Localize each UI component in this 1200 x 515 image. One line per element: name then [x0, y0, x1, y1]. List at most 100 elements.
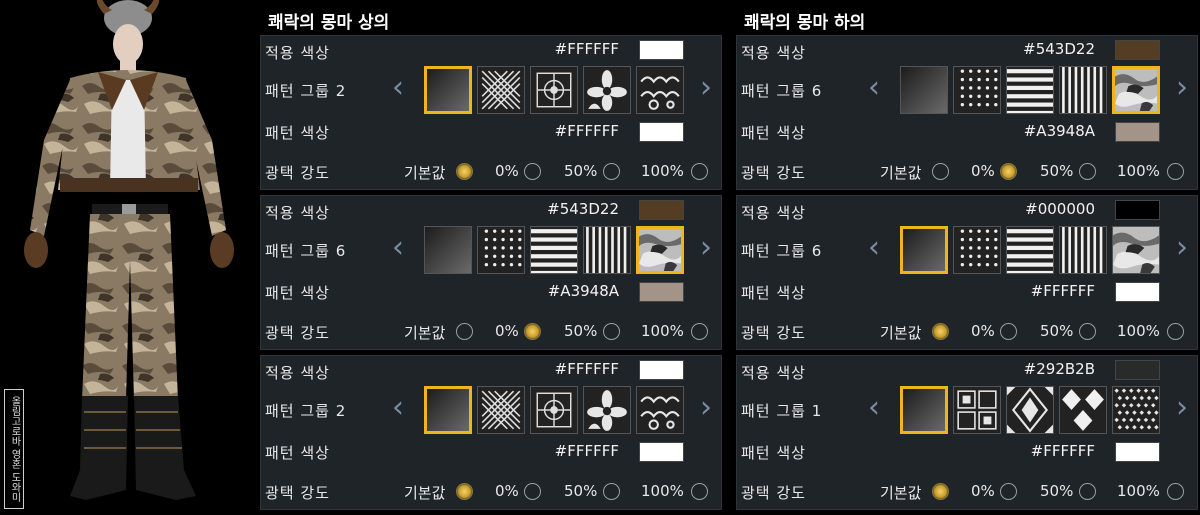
pattern-next-arrow[interactable]: › [697, 393, 715, 424]
pattern-next-arrow[interactable]: › [697, 233, 715, 264]
apply-color-label: 적용 색상 [741, 44, 806, 62]
apply-color-swatch[interactable] [639, 200, 684, 220]
pattern-prev-arrow[interactable]: ‹ [389, 393, 407, 424]
apply-color-label: 적용 색상 [265, 204, 330, 222]
pattern-swatch-cloud[interactable] [636, 386, 684, 434]
gloss-radio[interactable] [603, 163, 620, 180]
gloss-radio[interactable] [603, 483, 620, 500]
pattern-prev-arrow[interactable]: ‹ [389, 73, 407, 104]
gloss-radio[interactable] [524, 483, 541, 500]
pattern-swatch-argyle[interactable] [1059, 386, 1107, 434]
gloss-radio[interactable] [1079, 163, 1096, 180]
gloss-radio[interactable] [691, 163, 708, 180]
pattern-swatch-flower[interactable] [583, 66, 631, 114]
pattern-next-arrow[interactable]: › [697, 73, 715, 104]
apply-color-label: 적용 색상 [265, 364, 330, 382]
gloss-radio[interactable] [456, 483, 473, 500]
gloss-radio[interactable] [1000, 483, 1017, 500]
pattern-color-swatch[interactable] [1115, 122, 1160, 142]
pattern-swatch-tile-grid[interactable] [953, 386, 1001, 434]
pattern-color-swatch[interactable] [1115, 442, 1160, 462]
gloss-radio[interactable] [1000, 323, 1017, 340]
gloss-option-label: 기본값 [880, 324, 922, 342]
gloss-radio[interactable] [456, 163, 473, 180]
apply-color-swatch[interactable] [1115, 40, 1160, 60]
pattern-color-label: 패턴 색상 [741, 284, 806, 302]
pattern-swatch-v-stripes[interactable] [1059, 226, 1107, 274]
pattern-color-swatch[interactable] [1115, 282, 1160, 302]
gloss-option-label: 기본값 [404, 324, 446, 342]
gloss-label: 광택 강도 [265, 324, 330, 342]
gloss-radio[interactable] [1167, 163, 1184, 180]
pattern-prev-arrow[interactable]: ‹ [865, 393, 883, 424]
gloss-radio[interactable] [603, 323, 620, 340]
gloss-radio[interactable] [524, 323, 541, 340]
gloss-radio[interactable] [691, 483, 708, 500]
gloss-radio[interactable] [456, 323, 473, 340]
dye-group: 적용 색상 #FFFFFF 패턴 그룹 2 ‹ › 패턴 색상 #FFFFFF 광택 강도 기본… [260, 35, 722, 190]
gloss-radio[interactable] [1167, 483, 1184, 500]
pattern-group-label: 패턴 그룹 2 [265, 82, 347, 100]
apply-color-swatch[interactable] [639, 360, 684, 380]
gloss-option-label: 기본값 [880, 484, 922, 502]
pattern-swatch-h-stripes[interactable] [1006, 66, 1054, 116]
apply-color-swatch[interactable] [1115, 360, 1160, 380]
apply-color-hex: #000000 [1025, 200, 1095, 218]
pattern-swatch-gradient[interactable] [424, 226, 472, 274]
pattern-prev-arrow[interactable]: ‹ [865, 73, 883, 104]
gloss-radio[interactable] [932, 163, 949, 180]
gloss-option-label: 기본값 [404, 484, 446, 502]
pattern-swatch-floral-tile[interactable] [530, 386, 578, 434]
apply-color-label: 적용 색상 [741, 204, 806, 222]
pattern-color-swatch[interactable] [639, 442, 684, 462]
pattern-swatch-diamond[interactable] [1006, 386, 1054, 434]
dye-group: 적용 색상 #543D22 패턴 그룹 6 ‹ › 패턴 색상 #A3948A 광택 강도 기본… [260, 195, 722, 350]
pattern-next-arrow[interactable]: › [1173, 233, 1191, 264]
gloss-radio[interactable] [1167, 323, 1184, 340]
pattern-swatch-weave[interactable] [1112, 386, 1160, 434]
pattern-color-swatch[interactable] [639, 122, 684, 142]
gloss-radio[interactable] [1079, 483, 1096, 500]
gloss-radio[interactable] [1000, 163, 1017, 180]
apply-color-swatch[interactable] [1115, 200, 1160, 220]
pattern-next-arrow[interactable]: › [1173, 393, 1191, 424]
pattern-swatch-h-stripes[interactable] [530, 226, 578, 276]
pattern-swatch-camo[interactable] [1112, 226, 1160, 274]
pattern-swatch-camo[interactable] [636, 226, 684, 274]
dye-group: 적용 색상 #543D22 패턴 그룹 6 ‹ › 패턴 색상 #A3948A 광택 강도 기본… [736, 35, 1198, 190]
pattern-swatch-v-stripes[interactable] [1059, 66, 1107, 114]
pattern-group-label: 패턴 그룹 2 [265, 402, 347, 420]
pattern-color-label: 패턴 색상 [741, 444, 806, 462]
apply-color-swatch[interactable] [639, 40, 684, 60]
pattern-swatch-cloud[interactable] [636, 66, 684, 114]
pattern-swatch-h-stripes[interactable] [1006, 226, 1054, 276]
pattern-prev-arrow[interactable]: ‹ [865, 233, 883, 264]
pattern-swatch-v-stripes[interactable] [583, 226, 631, 274]
pattern-swatch-floral-tile[interactable] [530, 66, 578, 114]
pattern-swatch-greek-key[interactable] [477, 386, 525, 434]
pattern-next-arrow[interactable]: › [1173, 73, 1191, 104]
gloss-radio[interactable] [932, 323, 949, 340]
pattern-swatch-gradient[interactable] [424, 66, 472, 114]
gloss-radio[interactable] [524, 163, 541, 180]
pattern-swatch-gradient[interactable] [900, 226, 948, 274]
pattern-swatch-camo[interactable] [1112, 66, 1160, 114]
pattern-swatch-dots[interactable] [477, 226, 525, 274]
pattern-swatch-greek-key[interactable] [477, 66, 525, 114]
pattern-prev-arrow[interactable]: ‹ [389, 233, 407, 264]
pattern-swatch-dots[interactable] [953, 226, 1001, 274]
gloss-radio[interactable] [932, 483, 949, 500]
pattern-group-label: 패턴 그룹 1 [741, 402, 823, 420]
pattern-group-label: 패턴 그룹 6 [265, 242, 347, 260]
pattern-swatch-flower[interactable] [583, 386, 631, 434]
gloss-option-label: 0% [495, 162, 519, 180]
pattern-color-swatch[interactable] [639, 282, 684, 302]
gloss-label: 광택 강도 [265, 484, 330, 502]
gloss-option-label: 0% [495, 322, 519, 340]
pattern-swatch-gradient[interactable] [424, 386, 472, 434]
pattern-swatch-gradient[interactable] [900, 66, 948, 114]
pattern-swatch-dots[interactable] [953, 66, 1001, 114]
gloss-radio[interactable] [1079, 323, 1096, 340]
gloss-radio[interactable] [691, 323, 708, 340]
pattern-swatch-gradient[interactable] [900, 386, 948, 434]
